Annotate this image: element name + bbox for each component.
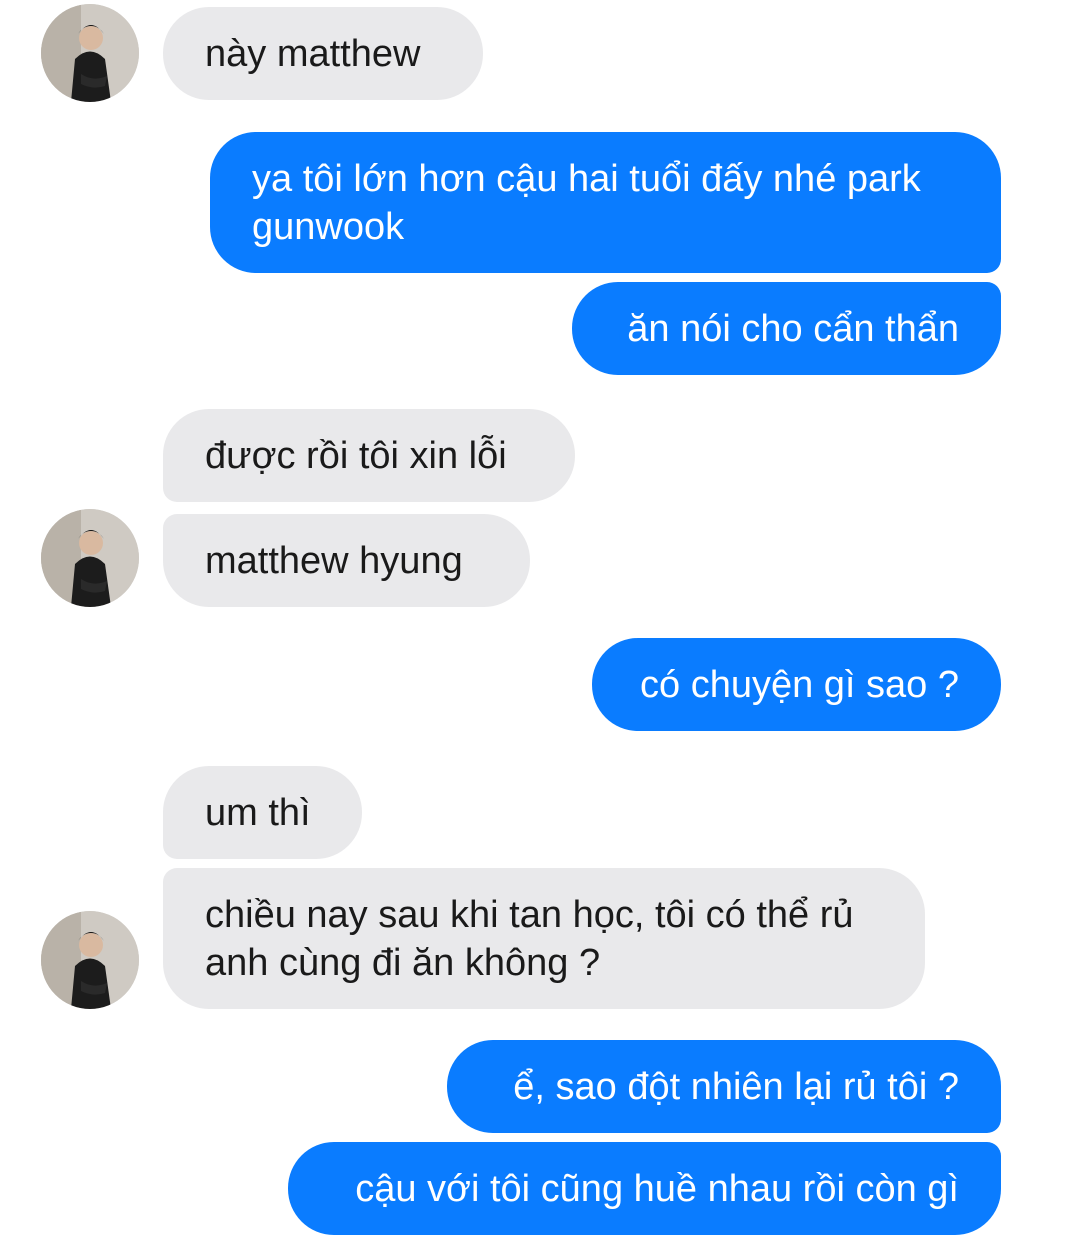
message-bubble-outgoing[interactable]: có chuyện gì sao ? xyxy=(592,638,1001,731)
contact-avatar[interactable] xyxy=(41,509,139,607)
message-text: ể, sao đột nhiên lại rủ tôi ? xyxy=(513,1065,959,1108)
message-bubble-incoming[interactable]: matthew hyung xyxy=(163,514,530,607)
message-bubble-incoming[interactable]: này matthew xyxy=(163,7,483,100)
chat-thread: này matthew ya tôi lớn hơn cậu hai tuổi … xyxy=(0,0,1080,1250)
message-bubble-incoming[interactable]: chiều nay sau khi tan học, tôi có thể rủ… xyxy=(163,868,925,1009)
message-text: có chuyện gì sao ? xyxy=(640,663,959,706)
avatar-photo-icon xyxy=(41,509,139,607)
message-bubble-outgoing[interactable]: ăn nói cho cẩn thẩn xyxy=(572,282,1001,375)
contact-avatar[interactable] xyxy=(41,911,139,1009)
message-bubble-incoming[interactable]: được rồi tôi xin lỗi xyxy=(163,409,575,502)
message-bubble-outgoing[interactable]: ể, sao đột nhiên lại rủ tôi ? xyxy=(447,1040,1001,1133)
message-text: này matthew xyxy=(205,32,421,75)
message-text: um thì xyxy=(205,791,311,834)
avatar-photo-icon xyxy=(41,4,139,102)
message-text: ăn nói cho cẩn thẩn xyxy=(627,307,959,350)
message-text: được rồi tôi xin lỗi xyxy=(205,434,507,477)
avatar-photo-icon xyxy=(41,911,139,1009)
message-text: chiều nay sau khi tan học, tôi có thể rủ… xyxy=(205,893,865,984)
message-text: cậu với tôi cũng huề nhau rồi còn gì xyxy=(355,1167,959,1210)
message-text: matthew hyung xyxy=(205,539,463,582)
message-bubble-incoming[interactable]: um thì xyxy=(163,766,362,859)
message-bubble-outgoing[interactable]: cậu với tôi cũng huề nhau rồi còn gì xyxy=(288,1142,1001,1235)
contact-avatar[interactable] xyxy=(41,4,139,102)
message-text: ya tôi lớn hơn cậu hai tuổi đấy nhé park… xyxy=(252,157,932,248)
message-bubble-outgoing[interactable]: ya tôi lớn hơn cậu hai tuổi đấy nhé park… xyxy=(210,132,1001,273)
